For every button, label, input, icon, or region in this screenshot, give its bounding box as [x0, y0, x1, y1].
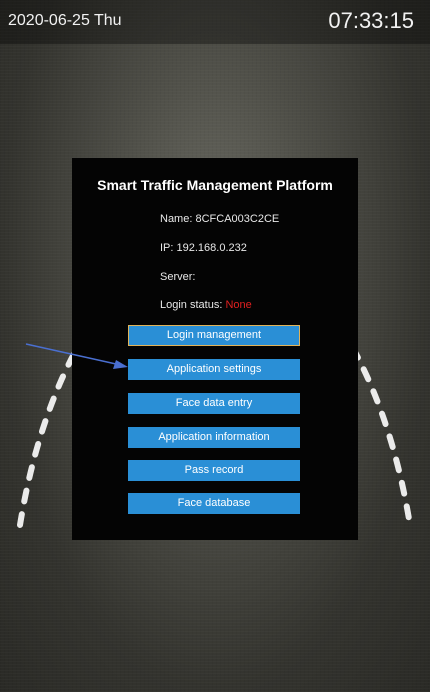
- annotation-overlay: [25, 343, 128, 369]
- annotation-arrow-shaft: [25, 343, 117, 365]
- annotation-arrow-head: [113, 360, 128, 369]
